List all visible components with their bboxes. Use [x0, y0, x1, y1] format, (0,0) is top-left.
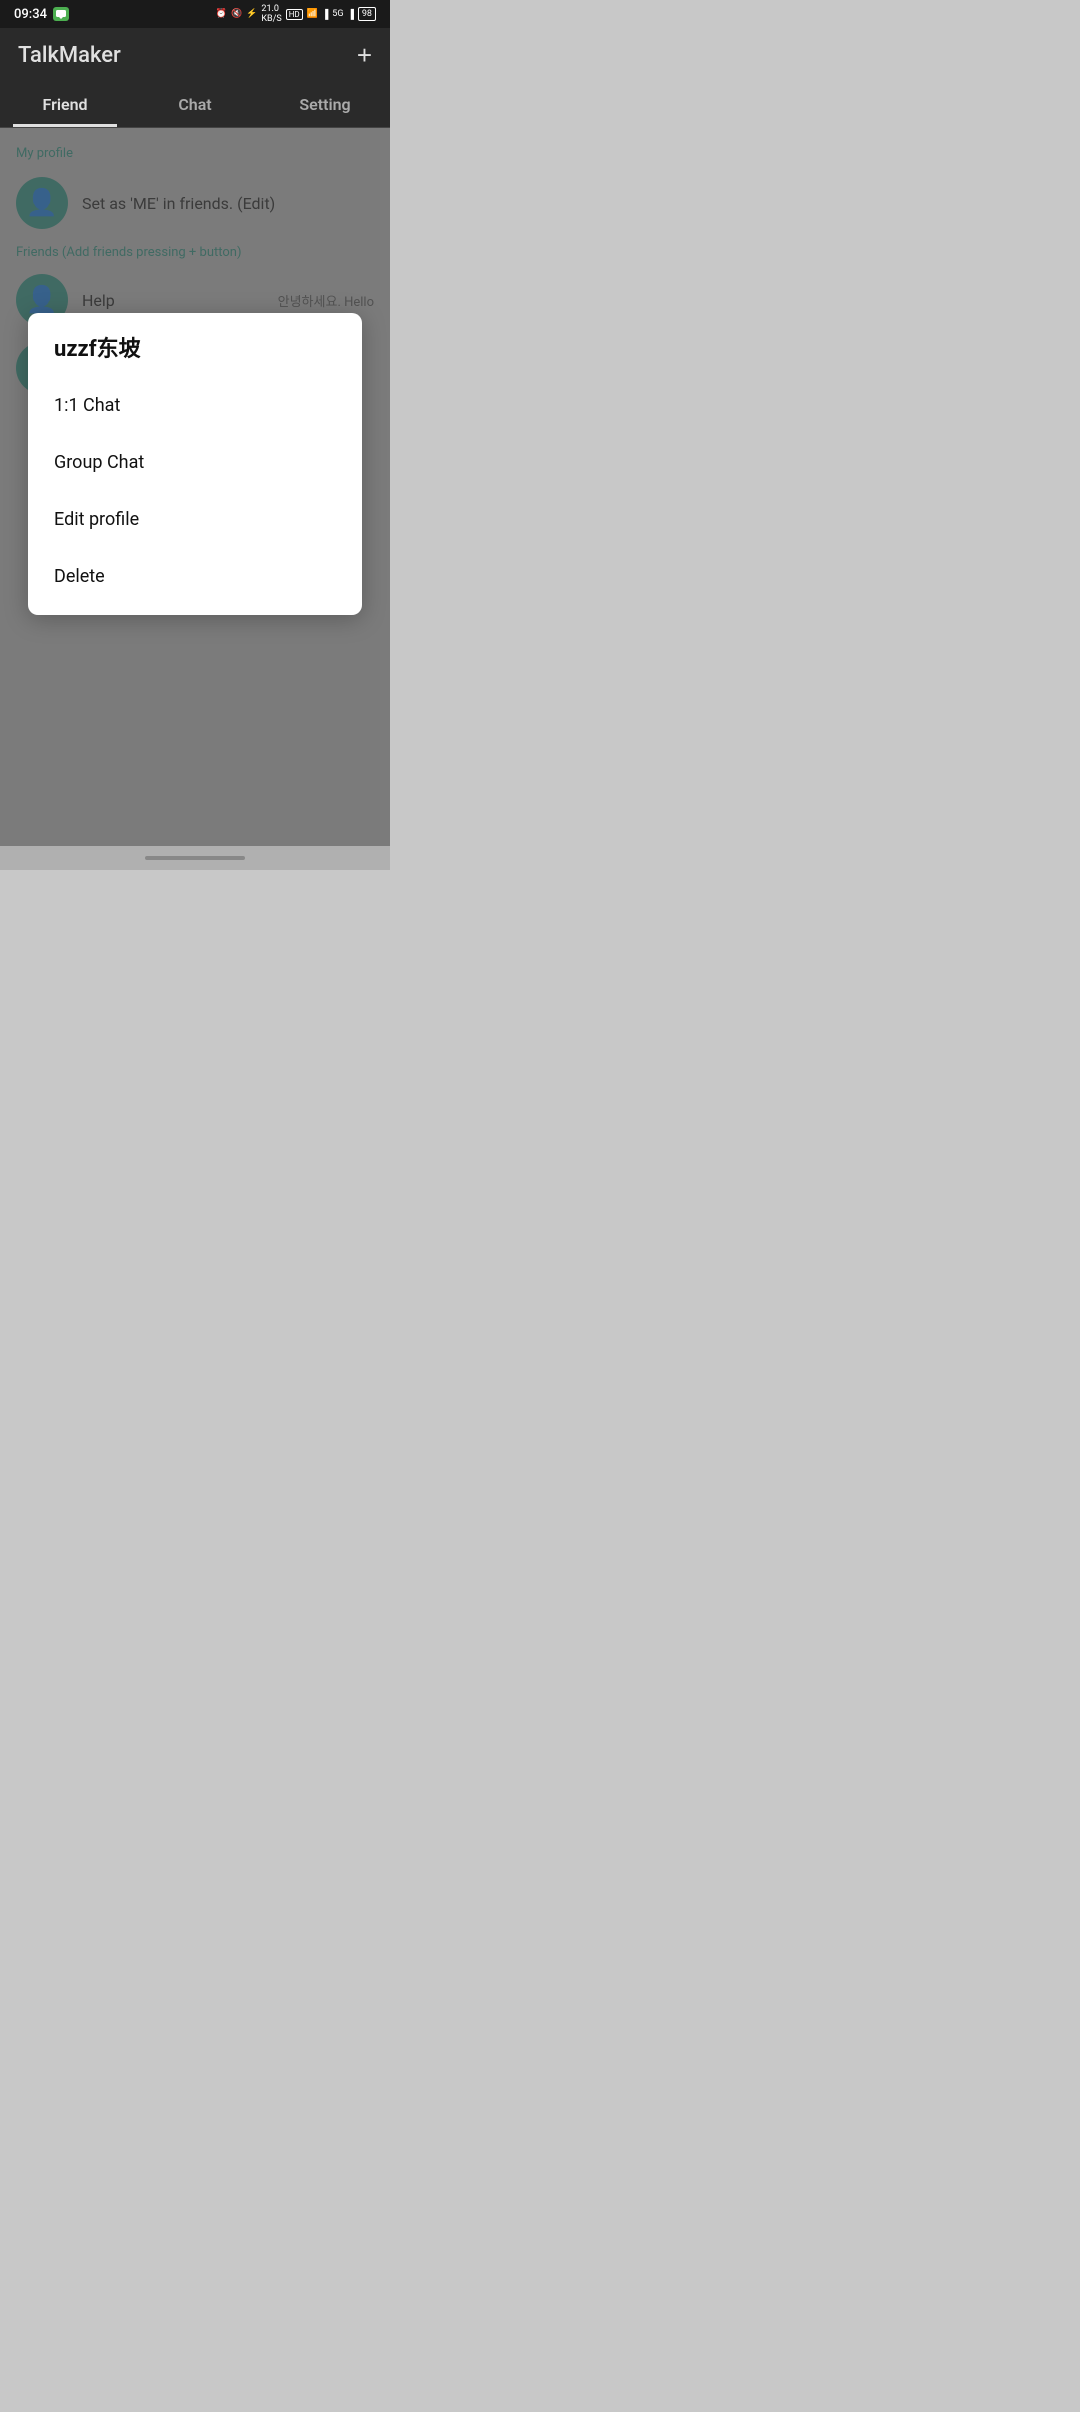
signal-icon-2: ▐ — [347, 9, 353, 20]
signal-icon-1: ▐ — [322, 9, 328, 20]
bluetooth-icon: ⚡ — [246, 9, 257, 19]
hd-icon: HD — [286, 9, 303, 20]
data-speed-text: 21.0KB/S — [261, 4, 281, 24]
context-menu-username: uzzf东坡 — [28, 331, 362, 377]
mute-icon: 🔇 — [231, 9, 242, 19]
signal-5g-text: 5G — [332, 9, 343, 19]
status-bar: 09:34 ⏰ 🔇 ⚡ 21.0KB/S HD 📶 ▐ 5G ▐ 98 — [0, 0, 390, 28]
tab-friend[interactable]: Friend — [0, 82, 130, 127]
battery-indicator: 98 — [358, 7, 376, 21]
context-menu-item-group-chat[interactable]: Group Chat — [28, 434, 362, 491]
app-header: TalkMaker + — [0, 28, 390, 82]
bottom-bar — [0, 846, 390, 870]
status-time: 09:34 — [14, 7, 47, 22]
context-menu: uzzf东坡 1:1 Chat Group Chat Edit profile … — [28, 313, 362, 615]
page-wrapper: 09:34 ⏰ 🔇 ⚡ 21.0KB/S HD 📶 ▐ 5G ▐ 98 Talk… — [0, 0, 390, 870]
context-menu-item-edit-profile[interactable]: Edit profile — [28, 491, 362, 548]
add-button[interactable]: + — [357, 42, 372, 68]
status-icons: ⏰ 🔇 ⚡ 21.0KB/S HD 📶 ▐ 5G ▐ 98 — [216, 4, 376, 24]
alarm-icon: ⏰ — [216, 9, 227, 19]
wifi-icon: 📶 — [307, 9, 318, 19]
message-notification-icon — [53, 7, 69, 21]
tab-bar: Friend Chat Setting — [0, 82, 390, 128]
main-content: My profile 👤 Set as 'ME' in friends. (Ed… — [0, 128, 390, 846]
context-menu-item-chat[interactable]: 1:1 Chat — [28, 377, 362, 434]
tab-chat[interactable]: Chat — [130, 82, 260, 127]
context-menu-item-delete[interactable]: Delete — [28, 548, 362, 605]
tab-setting[interactable]: Setting — [260, 82, 390, 127]
app-title: TalkMaker — [18, 43, 121, 68]
home-indicator — [145, 856, 245, 860]
